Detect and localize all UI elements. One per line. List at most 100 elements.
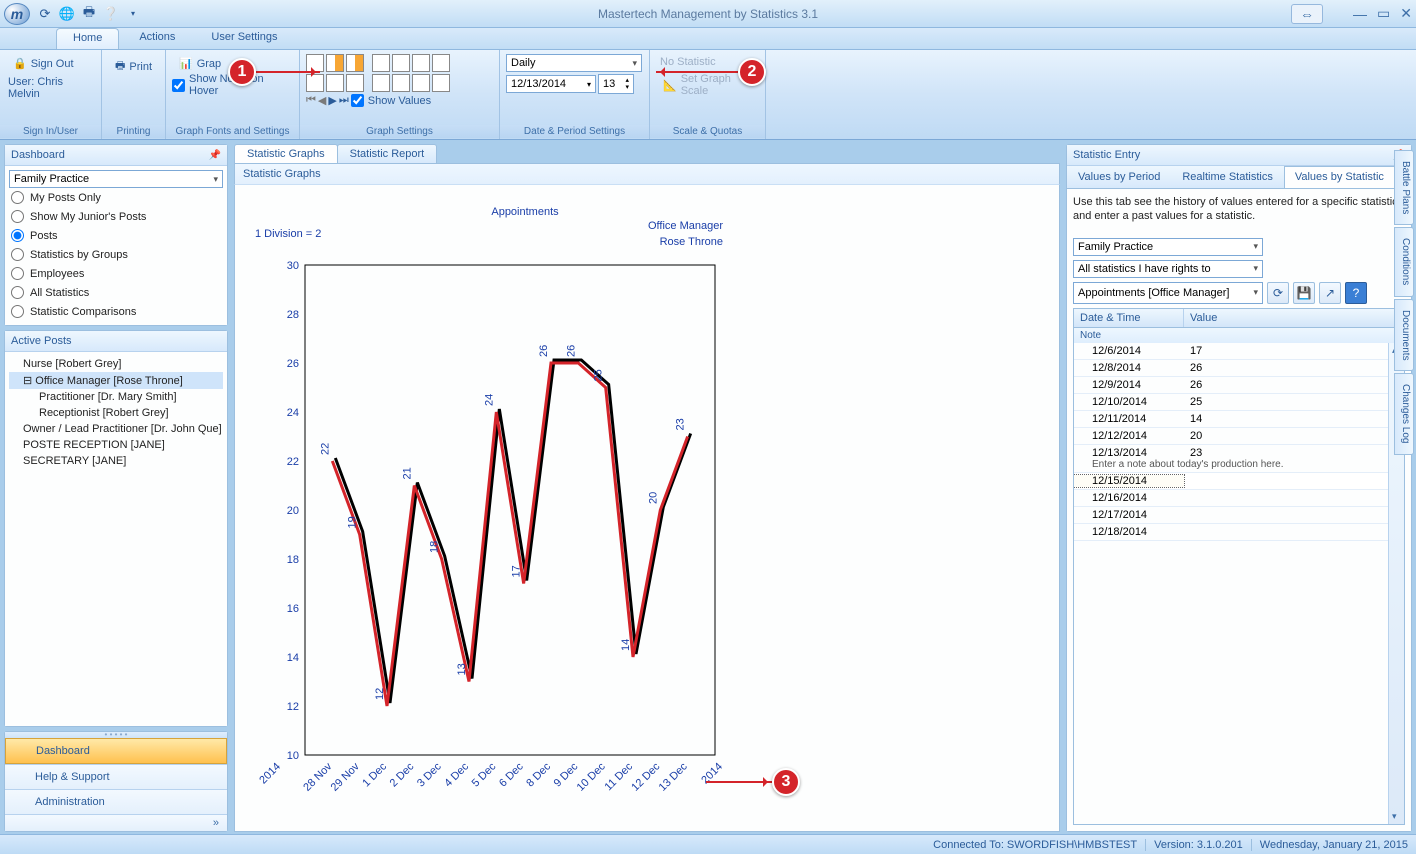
entry-combo-statistic[interactable]: Appointments [Office Manager] <box>1073 282 1263 304</box>
period-count-spinner[interactable]: 13▴▾ <box>598 74 634 94</box>
refresh-button[interactable]: ⟳ <box>1267 282 1289 304</box>
print-icon[interactable]: 🖶 <box>80 5 98 23</box>
print-button[interactable]: 🖶Print <box>108 54 159 79</box>
filter-radio-6[interactable]: Statistic Comparisons <box>9 302 223 321</box>
tab-user-settings[interactable]: User Settings <box>195 28 293 49</box>
layout-icon-14[interactable] <box>432 74 450 92</box>
globe-icon[interactable]: 🌐 <box>58 5 76 23</box>
period-combo[interactable]: Daily <box>506 54 642 72</box>
close-icon[interactable]: ✕ <box>1400 5 1412 22</box>
cell-value[interactable]: 26 <box>1184 362 1404 374</box>
cell-value[interactable] <box>1184 475 1404 487</box>
layout-icon-10[interactable] <box>346 74 364 92</box>
rail-documents[interactable]: Documents <box>1394 299 1414 372</box>
save-button[interactable]: 💾 <box>1293 282 1315 304</box>
cell-value[interactable] <box>1184 492 1404 504</box>
entry-grid-row[interactable]: 12/13/201423Enter a note about today's p… <box>1074 445 1404 473</box>
entry-grid-row[interactable]: 12/8/201426 <box>1074 360 1404 377</box>
cell-datetime[interactable]: 12/16/2014 <box>1074 492 1184 504</box>
filter-radio-input[interactable] <box>11 267 24 280</box>
tree-item[interactable]: Nurse [Robert Grey] <box>9 356 223 372</box>
nav-dashboard[interactable]: Dashboard <box>5 738 227 764</box>
filter-radio-5[interactable]: All Statistics <box>9 283 223 302</box>
help-icon[interactable]: ❔ <box>102 5 120 23</box>
entry-combo-practice[interactable]: Family Practice <box>1073 238 1263 256</box>
tree-item[interactable]: Owner / Lead Practitioner [Dr. John Que] <box>9 421 223 437</box>
entry-grid-row[interactable]: 12/15/2014 <box>1074 473 1404 490</box>
show-notes-input[interactable] <box>172 79 185 92</box>
cell-datetime[interactable]: 12/6/2014 <box>1074 345 1184 357</box>
subtab-realtime[interactable]: Realtime Statistics <box>1171 166 1283 188</box>
filter-radio-2[interactable]: Posts <box>9 226 223 245</box>
entry-grid-row[interactable]: 12/17/2014 <box>1074 507 1404 524</box>
layout-icon-4[interactable] <box>372 54 390 72</box>
filter-radio-0[interactable]: My Posts Only <box>9 188 223 207</box>
filter-radio-1[interactable]: Show My Junior's Posts <box>9 207 223 226</box>
cell-datetime[interactable]: 12/18/2014 <box>1074 526 1184 538</box>
filter-radio-4[interactable]: Employees <box>9 264 223 283</box>
entry-grid-row[interactable]: 12/18/2014 <box>1074 524 1404 541</box>
cell-datetime[interactable]: 12/8/2014 <box>1074 362 1184 374</box>
mdi-badge-icon[interactable]: ⇔ <box>1291 4 1323 24</box>
cell-value[interactable] <box>1184 509 1404 521</box>
help-button[interactable]: ? <box>1345 282 1367 304</box>
layout-icon-9[interactable] <box>326 74 344 92</box>
qat-dropdown-icon[interactable]: ▾ <box>124 5 142 23</box>
col-header-note[interactable]: Note <box>1073 328 1405 343</box>
tab-actions[interactable]: Actions <box>123 28 191 49</box>
subtab-values-by-statistic[interactable]: Values by Statistic <box>1284 166 1395 189</box>
tab-home[interactable]: Home <box>56 28 119 49</box>
layout-icon-6[interactable] <box>412 54 430 72</box>
cell-datetime[interactable]: 12/9/2014 <box>1074 379 1184 391</box>
layout-icon-11[interactable] <box>372 74 390 92</box>
rail-changes-log[interactable]: Changes Log <box>1394 373 1414 455</box>
cell-value[interactable]: 23 <box>1184 447 1404 459</box>
cell-value[interactable]: 20 <box>1184 430 1404 442</box>
layout-icon-5[interactable] <box>392 54 410 72</box>
maximize-icon[interactable]: ▭ <box>1377 5 1390 22</box>
tree-item[interactable]: Practitioner [Dr. Mary Smith] <box>9 389 223 405</box>
nav-first-icon[interactable]: ⏮ <box>306 94 316 107</box>
entry-combo-rights[interactable]: All statistics I have rights to <box>1073 260 1263 278</box>
entry-grid-row[interactable]: 12/12/201420 <box>1074 428 1404 445</box>
tree-item[interactable]: POSTE RECEPTION [JANE] <box>9 437 223 453</box>
nav-next-icon[interactable]: ▶ <box>328 94 336 107</box>
sign-out-button[interactable]: 🔒Sign Out <box>6 54 81 73</box>
nav-prev-icon[interactable]: ◀ <box>318 94 326 107</box>
entry-grid-row[interactable]: 12/11/201414 <box>1074 411 1404 428</box>
entry-grid-row[interactable]: 12/16/2014 <box>1074 490 1404 507</box>
col-header-value[interactable]: Value <box>1184 309 1404 327</box>
nav-administration[interactable]: Administration <box>5 789 227 814</box>
filter-radio-input[interactable] <box>11 229 24 242</box>
entry-grid-row[interactable]: 12/10/201425 <box>1074 394 1404 411</box>
cell-datetime[interactable]: 12/13/2014 <box>1074 447 1184 459</box>
nav-overflow[interactable]: » <box>5 814 227 831</box>
export-button[interactable]: ↗ <box>1319 282 1341 304</box>
tab-statistic-graphs[interactable]: Statistic Graphs <box>234 144 338 163</box>
date-picker[interactable]: 12/13/2014▾ <box>506 75 596 93</box>
cell-value[interactable]: 14 <box>1184 413 1404 425</box>
filter-radio-3[interactable]: Statistics by Groups <box>9 245 223 264</box>
app-logo[interactable]: m <box>4 3 30 25</box>
layout-icon-13[interactable] <box>412 74 430 92</box>
layout-icon-3[interactable] <box>346 54 364 72</box>
refresh-icon[interactable]: ⟳ <box>36 5 54 23</box>
filter-radio-input[interactable] <box>11 191 24 204</box>
filter-radio-input[interactable] <box>11 286 24 299</box>
layout-icon-2[interactable] <box>326 54 344 72</box>
filter-radio-input[interactable] <box>11 248 24 261</box>
show-values-input[interactable] <box>351 94 364 107</box>
col-header-datetime[interactable]: Date & Time <box>1074 309 1184 327</box>
pin-icon[interactable]: 📌 <box>209 150 221 161</box>
subtab-values-by-period[interactable]: Values by Period <box>1067 166 1171 188</box>
filter-radio-input[interactable] <box>11 305 24 318</box>
entry-grid-row[interactable]: 12/9/201426 <box>1074 377 1404 394</box>
layout-icon-7[interactable] <box>432 54 450 72</box>
tree-item[interactable]: Receptionist [Robert Grey] <box>9 405 223 421</box>
cell-datetime[interactable]: 12/17/2014 <box>1074 509 1184 521</box>
nav-help-support[interactable]: Help & Support <box>5 764 227 789</box>
cell-value[interactable]: 17 <box>1184 345 1404 357</box>
cell-datetime[interactable]: 12/12/2014 <box>1074 430 1184 442</box>
cell-value[interactable]: 25 <box>1184 396 1404 408</box>
graph-fonts-button[interactable]: 📊Grap <box>172 54 228 73</box>
